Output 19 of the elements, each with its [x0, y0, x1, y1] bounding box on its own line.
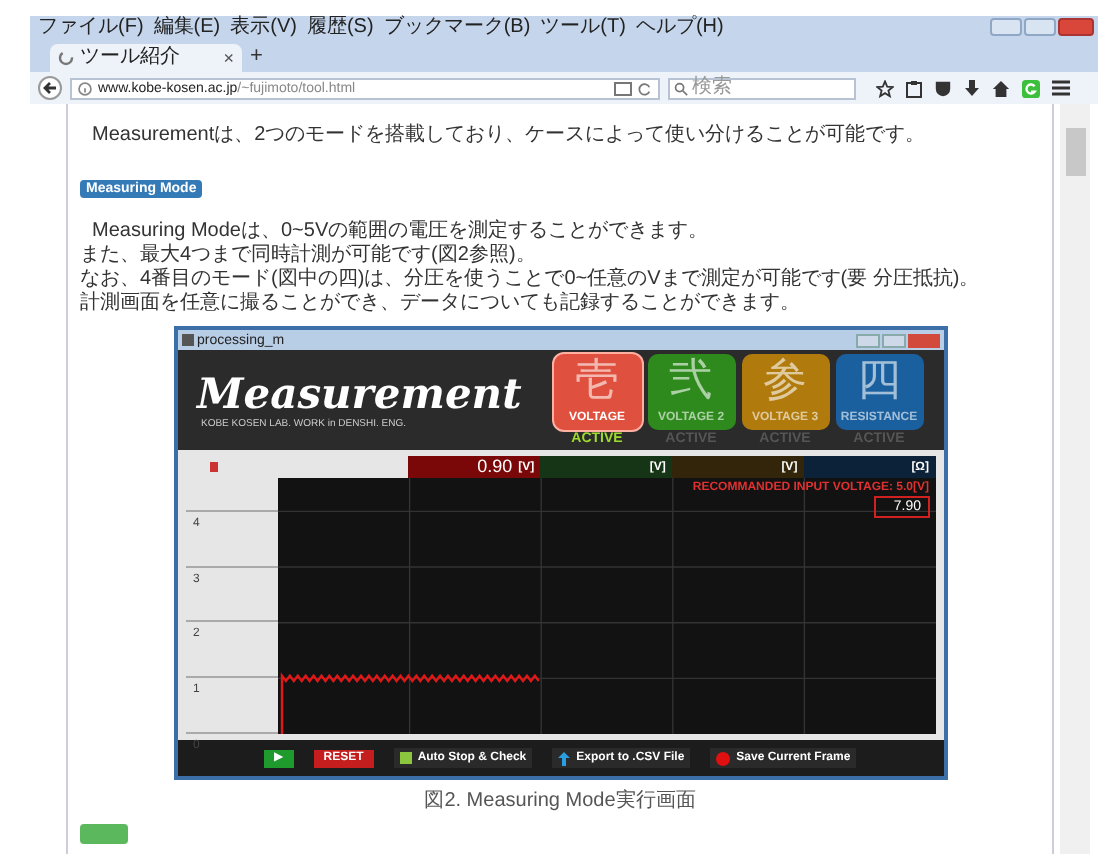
paragraph-line: 計測画面を任意に撮ることができ、データについても記録することができます。	[80, 292, 802, 316]
menu-item[interactable]: ブックマーク(B)	[383, 18, 531, 38]
new-tab-button[interactable]: +	[250, 46, 263, 68]
figure-caption: 図2. Measuring Mode実行画面	[422, 790, 698, 814]
menu-item[interactable]: ツール(T)	[540, 18, 626, 38]
intro-text: Measurementは、2つのモードを搭載しており、ケースによって使い分けることが可能です。	[90, 124, 928, 148]
menu-item[interactable]: 編集(E)	[153, 18, 221, 38]
menu-item[interactable]: ファイル(F)	[38, 18, 144, 38]
tab-close-button[interactable]: ×	[223, 49, 234, 67]
menu-item[interactable]: 履歴(S)	[306, 18, 374, 38]
app-logo: Measurement	[197, 370, 522, 418]
browser-tab[interactable]: ツール紹介 ×	[50, 44, 242, 72]
paragraph-line: Measuring Modeは、0~5Vの範囲の電圧を測定することができます。	[90, 220, 711, 243]
tab-title: ツール紹介	[80, 48, 180, 68]
menu-item[interactable]: 表示(V)	[230, 18, 297, 38]
paragraph-line: また、最大4つまで同時計測が可能です(図2参照)。	[80, 244, 538, 267]
readout-value: 0.90	[477, 458, 513, 476]
paragraph-line: なお、4番目のモード(図中の四)は、分圧を使うことで0~任意のVまで測定が可能です(要 分圧抵抗)。	[80, 268, 982, 291]
menu-item[interactable]: ヘルプ(H)	[635, 18, 724, 38]
